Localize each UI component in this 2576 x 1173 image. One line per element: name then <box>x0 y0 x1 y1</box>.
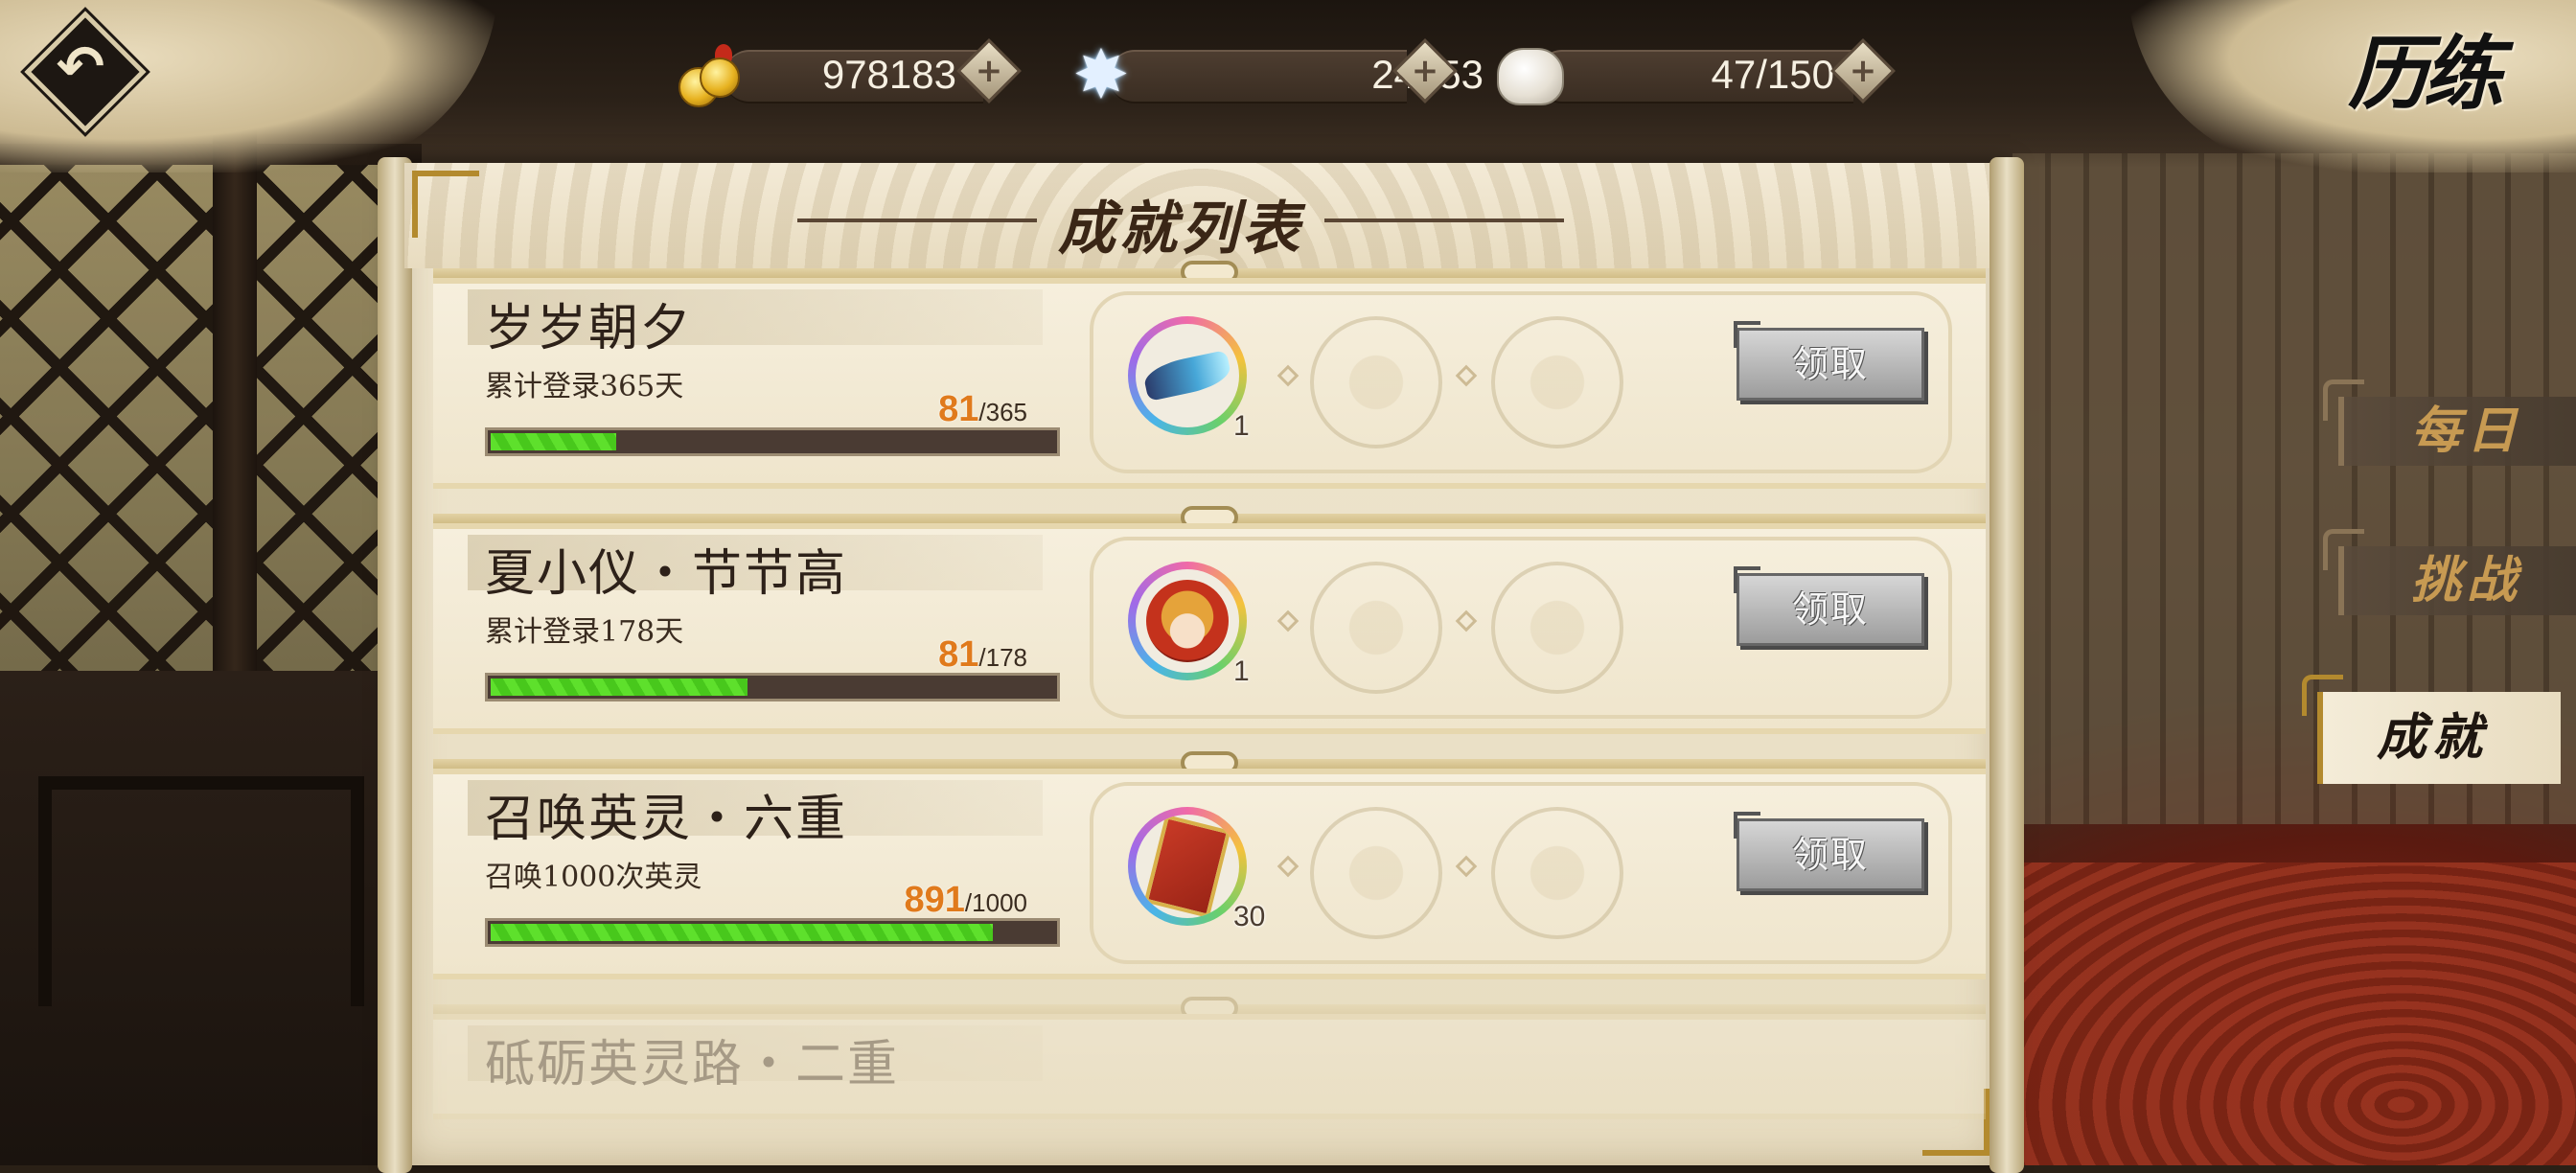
window-frame <box>0 144 422 709</box>
stamina-value: 47/150 <box>1711 52 1834 97</box>
coins-value: 978183 <box>821 52 956 97</box>
stars-counter: ✸ 24553 + <box>1062 35 1484 114</box>
bench <box>38 776 364 1006</box>
claim-button[interactable]: 领取 <box>1734 812 1924 891</box>
achievement-name: 夏小仪・节节高 <box>485 545 848 603</box>
achievement-desc: 召唤1000次英灵 <box>485 861 702 894</box>
progress-bar <box>485 427 1060 456</box>
achievement-desc: 累计登录178天 <box>485 615 684 649</box>
summon-card-icon <box>1143 815 1231 918</box>
coins-counter: 978183 + <box>677 38 1031 109</box>
progress-fill <box>491 924 993 941</box>
achievement-progress-text: 891/1000 <box>904 880 1027 920</box>
copper-coins-icon <box>677 44 740 107</box>
title-rule-left <box>797 218 1037 222</box>
achievement-row: 砥砺英灵路・二重 <box>433 997 1986 1119</box>
back-button[interactable]: ↶ <box>24 11 147 133</box>
tab-label: 挑战 <box>2411 551 2523 610</box>
tab-label: 成就 <box>2377 708 2489 767</box>
reward-item[interactable] <box>1128 562 1247 680</box>
empty-reward-slot <box>1310 316 1442 448</box>
achievement-name: 岁岁朝夕 <box>485 300 693 357</box>
achievement-progress-text: 81/365 <box>938 389 1027 429</box>
achievement-row: 岁岁朝夕 累计登录365天 81/365 1 领取 <box>433 261 1986 489</box>
achievement-desc: 累计登录365天 <box>485 370 684 403</box>
red-carpet <box>1993 862 2576 1165</box>
star-crystal-icon: ✸ <box>1072 35 1130 114</box>
tab-label: 每日 <box>2411 402 2523 460</box>
progress-fill <box>491 433 616 450</box>
progress-fill <box>491 678 748 696</box>
achievement-name: 召唤英灵・六重 <box>485 791 848 848</box>
reward-quantity: 1 <box>1233 656 1250 687</box>
achievement-row: 夏小仪・节节高 累计登录178天 81/178 1 领取 <box>433 506 1986 734</box>
plus-icon: + <box>1411 52 1439 90</box>
empty-reward-slot <box>1491 316 1623 448</box>
empty-reward-slot <box>1310 807 1442 939</box>
corner-ornament <box>412 171 479 238</box>
tab-challenge[interactable]: 挑战 <box>2323 529 2576 615</box>
empty-reward-slot <box>1310 562 1442 694</box>
hero-portrait-icon <box>1146 580 1229 662</box>
title-rule-right <box>1324 218 1564 222</box>
progress-bar <box>485 918 1060 947</box>
plus-icon: + <box>975 52 1003 90</box>
page-title: 历练 <box>2348 26 2503 121</box>
achievement-name: 砥砺英灵路・二重 <box>485 1036 900 1093</box>
jade-stone-icon <box>1497 48 1564 105</box>
achievement-row: 召唤英灵・六重 召唤1000次英灵 891/1000 30 领取 <box>433 751 1986 979</box>
tab-daily[interactable]: 每日 <box>2323 380 2576 466</box>
achievement-progress-text: 81/178 <box>938 634 1027 675</box>
empty-reward-slot <box>1491 807 1623 939</box>
progress-bar <box>485 673 1060 702</box>
achievement-panel: 成就列表 岁岁朝夕 累计登录365天 81/365 1 领取 夏小仪・节节高 累… <box>378 157 2024 1173</box>
reward-quantity: 30 <box>1233 901 1266 932</box>
reward-quantity: 1 <box>1233 410 1250 442</box>
panel-header: 成就列表 <box>404 163 1997 268</box>
wing-item-icon <box>1141 350 1233 402</box>
claim-button[interactable]: 领取 <box>1734 321 1924 401</box>
reward-item[interactable] <box>1128 316 1247 435</box>
plus-icon: + <box>1849 52 1877 90</box>
empty-reward-slot <box>1491 562 1623 694</box>
reward-item[interactable] <box>1128 807 1247 926</box>
panel-title: 成就列表 <box>1058 196 1303 263</box>
claim-button[interactable]: 领取 <box>1734 566 1924 646</box>
stamina-counter: 47/150 + <box>1489 38 1896 109</box>
back-arrow-icon: ↶ <box>56 34 105 101</box>
tab-achievements[interactable]: 成就 <box>2302 675 2561 784</box>
